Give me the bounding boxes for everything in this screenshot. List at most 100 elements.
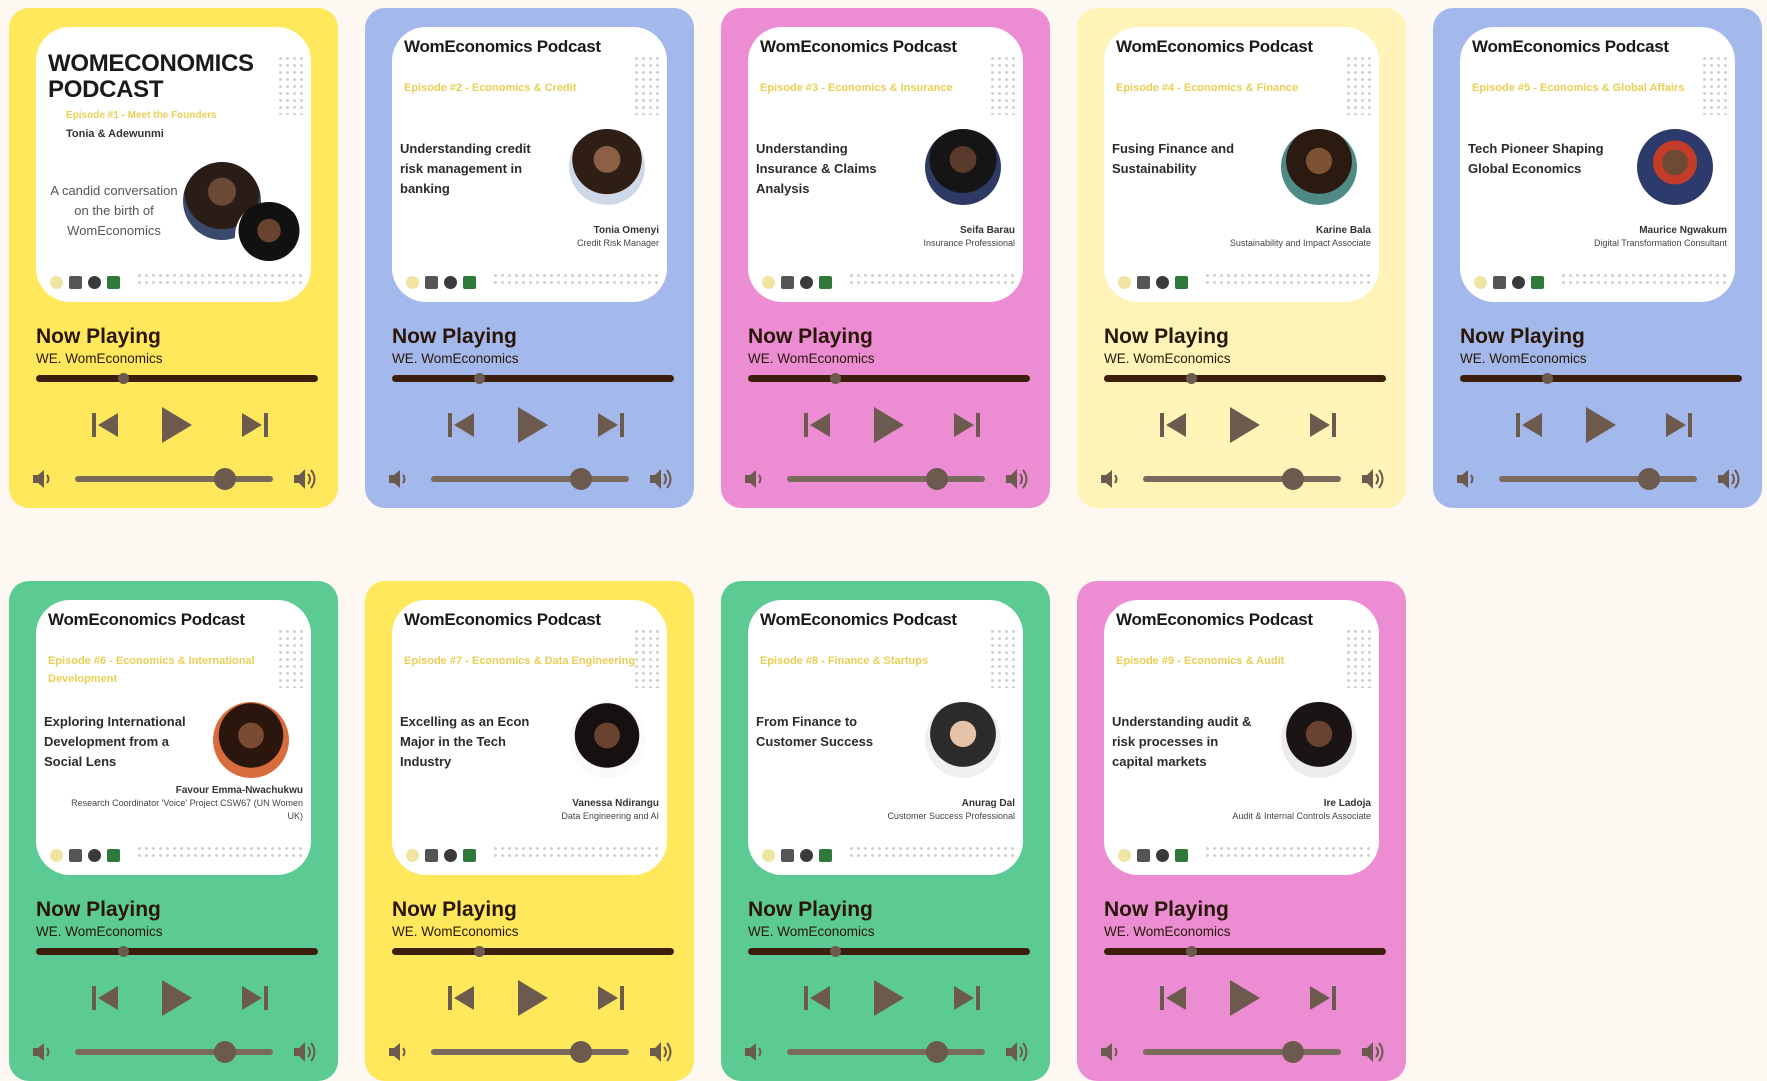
volume-knob[interactable] bbox=[1282, 1041, 1305, 1063]
logo-icon bbox=[406, 849, 419, 863]
skip-previous-icon[interactable] bbox=[442, 978, 482, 1018]
progress-knob[interactable] bbox=[1542, 373, 1554, 384]
volume-slider[interactable] bbox=[431, 468, 629, 490]
episode-cover-art[interactable]: WOMECONOMICS PODCAST Episode #1 - Meet t… bbox=[36, 27, 311, 302]
skip-next-icon[interactable] bbox=[1302, 978, 1342, 1018]
volume-knob[interactable] bbox=[570, 468, 593, 490]
episode-cover-art[interactable]: WomEconomics Podcast Episode #4 - Econom… bbox=[1104, 27, 1379, 302]
play-icon[interactable] bbox=[1220, 401, 1268, 449]
volume-slider[interactable] bbox=[75, 468, 273, 490]
play-icon[interactable] bbox=[1576, 401, 1624, 449]
skip-next-icon[interactable] bbox=[1658, 405, 1698, 445]
guest-role: Sustainability and Impact Associate bbox=[1229, 238, 1371, 248]
progress-bar[interactable] bbox=[748, 373, 1030, 384]
play-icon[interactable] bbox=[864, 401, 912, 449]
progress-bar[interactable] bbox=[36, 946, 318, 957]
volume-low-icon[interactable] bbox=[1098, 1039, 1124, 1065]
progress-bar[interactable] bbox=[392, 946, 674, 957]
cover-episode-label: Episode #2 - Economics & Credit bbox=[404, 82, 577, 94]
volume-slider[interactable] bbox=[787, 1041, 985, 1063]
episode-cover-art[interactable]: WomEconomics Podcast Episode #6 - Econom… bbox=[36, 600, 311, 875]
volume-high-icon[interactable] bbox=[647, 464, 677, 494]
progress-knob[interactable] bbox=[474, 946, 486, 957]
skip-next-icon[interactable] bbox=[234, 978, 274, 1018]
progress-bar[interactable] bbox=[748, 946, 1030, 957]
volume-high-icon[interactable] bbox=[1715, 464, 1745, 494]
volume-knob[interactable] bbox=[926, 468, 949, 490]
episode-cover-art[interactable]: WomEconomics Podcast Episode #9 - Econom… bbox=[1104, 600, 1379, 875]
volume-low-icon[interactable] bbox=[30, 466, 56, 492]
skip-previous-icon[interactable] bbox=[798, 978, 838, 1018]
skip-previous-icon[interactable] bbox=[1510, 405, 1550, 445]
episode-cover-art[interactable]: WomEconomics Podcast Episode #3 - Econom… bbox=[748, 27, 1023, 302]
play-icon[interactable] bbox=[508, 974, 556, 1022]
play-icon[interactable] bbox=[152, 974, 200, 1022]
play-icon[interactable] bbox=[152, 401, 200, 449]
volume-high-icon[interactable] bbox=[647, 1037, 677, 1067]
skip-previous-icon[interactable] bbox=[798, 405, 838, 445]
episode-cover-art[interactable]: WomEconomics Podcast Episode #5 - Econom… bbox=[1460, 27, 1735, 302]
skip-next-icon[interactable] bbox=[946, 405, 986, 445]
progress-knob[interactable] bbox=[830, 946, 842, 957]
skip-next-icon[interactable] bbox=[946, 978, 986, 1018]
progress-knob[interactable] bbox=[118, 373, 130, 384]
volume-low-icon[interactable] bbox=[30, 1039, 56, 1065]
progress-knob[interactable] bbox=[1186, 373, 1198, 384]
skip-previous-icon[interactable] bbox=[442, 405, 482, 445]
volume-knob[interactable] bbox=[1282, 468, 1305, 490]
progress-bar[interactable] bbox=[1104, 373, 1386, 384]
volume-slider[interactable] bbox=[787, 468, 985, 490]
app-icon bbox=[1531, 276, 1544, 290]
play-icon[interactable] bbox=[1220, 974, 1268, 1022]
progress-knob[interactable] bbox=[474, 373, 486, 384]
progress-bar[interactable] bbox=[392, 373, 674, 384]
volume-high-icon[interactable] bbox=[1359, 1037, 1389, 1067]
guest-photo bbox=[569, 702, 645, 778]
progress-knob[interactable] bbox=[830, 373, 842, 384]
volume-low-icon[interactable] bbox=[386, 466, 412, 492]
volume-low-icon[interactable] bbox=[1454, 466, 1480, 492]
play-icon[interactable] bbox=[864, 974, 912, 1022]
volume-knob[interactable] bbox=[570, 1041, 593, 1063]
progress-knob[interactable] bbox=[118, 946, 130, 957]
volume-low-icon[interactable] bbox=[386, 1039, 412, 1065]
progress-bar[interactable] bbox=[36, 373, 318, 384]
volume-knob[interactable] bbox=[214, 468, 237, 490]
volume-slider[interactable] bbox=[1143, 468, 1341, 490]
volume-high-icon[interactable] bbox=[1359, 464, 1389, 494]
volume-high-icon[interactable] bbox=[1003, 1037, 1033, 1067]
volume-slider[interactable] bbox=[1143, 1041, 1341, 1063]
skip-previous-icon[interactable] bbox=[1154, 405, 1194, 445]
episode-cover-art[interactable]: WomEconomics Podcast Episode #8 - Financ… bbox=[748, 600, 1023, 875]
volume-high-icon[interactable] bbox=[291, 464, 321, 494]
episode-cover-art[interactable]: WomEconomics Podcast Episode #2 - Econom… bbox=[392, 27, 667, 302]
episode-cover-art[interactable]: WomEconomics Podcast Episode #7 - Econom… bbox=[392, 600, 667, 875]
spotify-icon bbox=[69, 276, 82, 290]
cover-guest: Favour Emma-Nwachukwu Research Coordinato… bbox=[63, 784, 303, 823]
volume-slider[interactable] bbox=[75, 1041, 273, 1063]
skip-previous-icon[interactable] bbox=[86, 405, 126, 445]
skip-next-icon[interactable] bbox=[590, 978, 630, 1018]
volume-low-icon[interactable] bbox=[742, 466, 768, 492]
artist-label: WE. WomEconomics bbox=[36, 351, 163, 366]
skip-previous-icon[interactable] bbox=[86, 978, 126, 1018]
skip-next-icon[interactable] bbox=[590, 405, 630, 445]
volume-knob[interactable] bbox=[926, 1041, 949, 1063]
skip-next-icon[interactable] bbox=[1302, 405, 1342, 445]
progress-bar[interactable] bbox=[1104, 946, 1386, 957]
cover-episode-label: Episode #3 - Economics & Insurance bbox=[760, 82, 953, 94]
play-icon[interactable] bbox=[508, 401, 556, 449]
progress-bar[interactable] bbox=[1460, 373, 1742, 384]
skip-next-icon[interactable] bbox=[234, 405, 274, 445]
volume-low-icon[interactable] bbox=[742, 1039, 768, 1065]
volume-high-icon[interactable] bbox=[1003, 464, 1033, 494]
progress-knob[interactable] bbox=[1186, 946, 1198, 957]
volume-knob[interactable] bbox=[214, 1041, 237, 1063]
skip-previous-icon[interactable] bbox=[1154, 978, 1194, 1018]
volume-knob[interactable] bbox=[1638, 468, 1661, 490]
volume-high-icon[interactable] bbox=[291, 1037, 321, 1067]
volume-slider[interactable] bbox=[1499, 468, 1697, 490]
volume-slider[interactable] bbox=[431, 1041, 629, 1063]
cover-episode-label: Episode #8 - Finance & Startups bbox=[760, 655, 929, 667]
volume-low-icon[interactable] bbox=[1098, 466, 1124, 492]
